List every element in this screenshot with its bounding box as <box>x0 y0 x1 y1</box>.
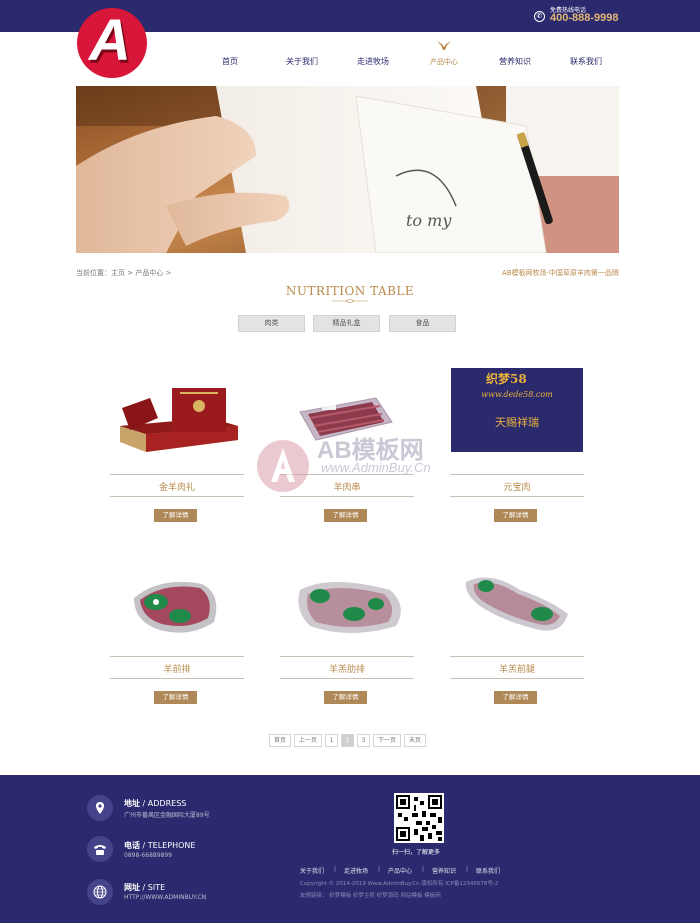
tab-meat[interactable]: 肉类 <box>238 315 305 332</box>
phone-label: 电话 <box>124 841 140 850</box>
tab-gift-box[interactable]: 精品礼盒 <box>313 315 380 332</box>
pager-prev[interactable]: 上一页 <box>294 734 322 747</box>
pager-page-3[interactable]: 3 <box>357 734 370 747</box>
footer-link-about[interactable]: 关于我们 <box>300 866 324 875</box>
friend-links[interactable]: 友情链接： 织梦模板 织梦主机 织梦源码 网站模板 模板网 <box>300 891 441 899</box>
footer-link-separator: | <box>422 866 425 873</box>
promo-title: 织梦58 <box>486 372 527 386</box>
detail-button[interactable]: 了解详情 <box>154 691 197 704</box>
detail-button[interactable]: 了解详情 <box>154 509 197 522</box>
product-image[interactable] <box>450 550 584 660</box>
footer-link-products[interactable]: 产品中心 <box>388 866 412 875</box>
detail-button[interactable]: 了解详情 <box>324 509 367 522</box>
card-divider <box>280 656 414 657</box>
product-image[interactable] <box>110 368 244 478</box>
logo-letter: A <box>89 8 131 73</box>
footer-link-separator: | <box>378 866 381 873</box>
globe-icon <box>87 879 113 905</box>
promo-url: www.dede58.com <box>481 390 553 399</box>
card-divider <box>450 496 584 497</box>
product-name[interactable]: 羊前排 <box>110 662 244 675</box>
qr-caption: 扫一扫，了解更多 <box>392 849 441 856</box>
card-divider <box>450 678 584 679</box>
nav-item-home[interactable]: 首页 <box>222 56 238 67</box>
address-label: 地址 <box>124 799 140 808</box>
address-title: 地址 / ADDRESS <box>124 798 186 809</box>
pager-page-1[interactable]: 1 <box>325 734 338 747</box>
nav-item-about[interactable]: 关于我们 <box>286 56 318 67</box>
card-divider <box>280 678 414 679</box>
product-image[interactable] <box>110 550 244 660</box>
footer-link-ranch[interactable]: 走进牧场 <box>344 866 368 875</box>
hotline-number[interactable]: 400-888-9998 <box>550 12 619 24</box>
pager-first[interactable]: 首页 <box>269 734 291 747</box>
svg-text:to my: to my <box>406 211 452 230</box>
slogan: AB模板网牧场·中国草原羊肉第一品牌 <box>502 269 619 277</box>
copyright: Copyright © 2014-2019 Www.AdminBuy.Cn 版权… <box>300 881 499 887</box>
promo-slogan: 天赐祥瑞 <box>495 416 539 429</box>
watermark-url: www.AdminBuy.Cn <box>321 460 431 475</box>
site-logo[interactable]: A <box>77 8 147 78</box>
detail-button[interactable]: 了解详情 <box>494 509 537 522</box>
phone-value[interactable]: 0898-66889899 <box>124 852 172 859</box>
tab-food[interactable]: 食品 <box>389 315 456 332</box>
address-value: 广州市番禺区金融国际大厦89号 <box>124 812 210 819</box>
product-image[interactable] <box>280 550 414 660</box>
deer-head-icon <box>437 40 451 50</box>
product-image[interactable]: 织梦58 www.dede58.com 天赐祥瑞 <box>450 368 584 478</box>
site-title: 网址 / SITE <box>124 882 165 893</box>
nav-item-contact[interactable]: 联系我们 <box>570 56 602 67</box>
watermark-logo-icon <box>257 440 309 492</box>
footer-link-separator: | <box>466 866 469 873</box>
detail-button[interactable]: 了解详情 <box>324 691 367 704</box>
product-name[interactable]: 羊羔肋排 <box>280 662 414 675</box>
nav-item-nutrition[interactable]: 营养知识 <box>499 56 531 67</box>
site-label: 网址 <box>124 883 140 892</box>
main-nav: 首页 关于我们 走进牧场 产品中心 营养知识 联系我们 <box>196 40 626 76</box>
qr-code <box>394 793 444 843</box>
breadcrumb[interactable]: 当前位置：主页 > 产品中心 > <box>76 268 171 278</box>
phone-label-en: / TELEPHONE <box>142 841 196 850</box>
address-label-en: / ADDRESS <box>142 799 187 808</box>
footer-link-separator: | <box>334 866 337 873</box>
card-divider <box>450 474 584 475</box>
nav-item-products[interactable]: 产品中心 <box>430 57 458 67</box>
pager-page-2[interactable]: 2 <box>341 734 354 747</box>
product-name[interactable]: 金羊肉礼 <box>110 480 244 493</box>
card-divider <box>110 474 244 475</box>
location-pin-icon <box>87 795 113 821</box>
card-divider <box>110 678 244 679</box>
card-divider <box>110 496 244 497</box>
product-name[interactable]: 羊羔前腿 <box>450 662 584 675</box>
phone-icon: ✆ <box>534 11 545 22</box>
telephone-icon <box>87 836 113 862</box>
hero-banner: to my <box>76 86 619 253</box>
site-value[interactable]: HTTP://WWW.ADMINBUY.CN <box>124 894 206 901</box>
qr-code-image <box>394 793 444 843</box>
title-ornament <box>332 299 368 303</box>
product-name[interactable]: 元宝肉 <box>450 480 584 493</box>
card-divider <box>450 656 584 657</box>
footer-link-contact[interactable]: 联系我们 <box>476 866 500 875</box>
detail-button[interactable]: 了解详情 <box>494 691 537 704</box>
section-title: NUTRITION TABLE <box>285 284 415 298</box>
pager-next[interactable]: 下一页 <box>373 734 401 747</box>
card-divider <box>110 656 244 657</box>
watermark: AB模板网 www.AdminBuy.Cn <box>255 430 455 500</box>
site-label-en: / SITE <box>142 883 166 892</box>
footer: 地址 / ADDRESS 广州市番禺区金融国际大厦89号 电话 / TELEPH… <box>0 775 700 923</box>
nav-item-ranch[interactable]: 走进牧场 <box>357 56 389 67</box>
phone-title: 电话 / TELEPHONE <box>124 840 195 851</box>
pager-last[interactable]: 末页 <box>404 734 426 747</box>
banner-image: to my <box>76 86 619 253</box>
footer-link-nutrition[interactable]: 营养知识 <box>432 866 456 875</box>
